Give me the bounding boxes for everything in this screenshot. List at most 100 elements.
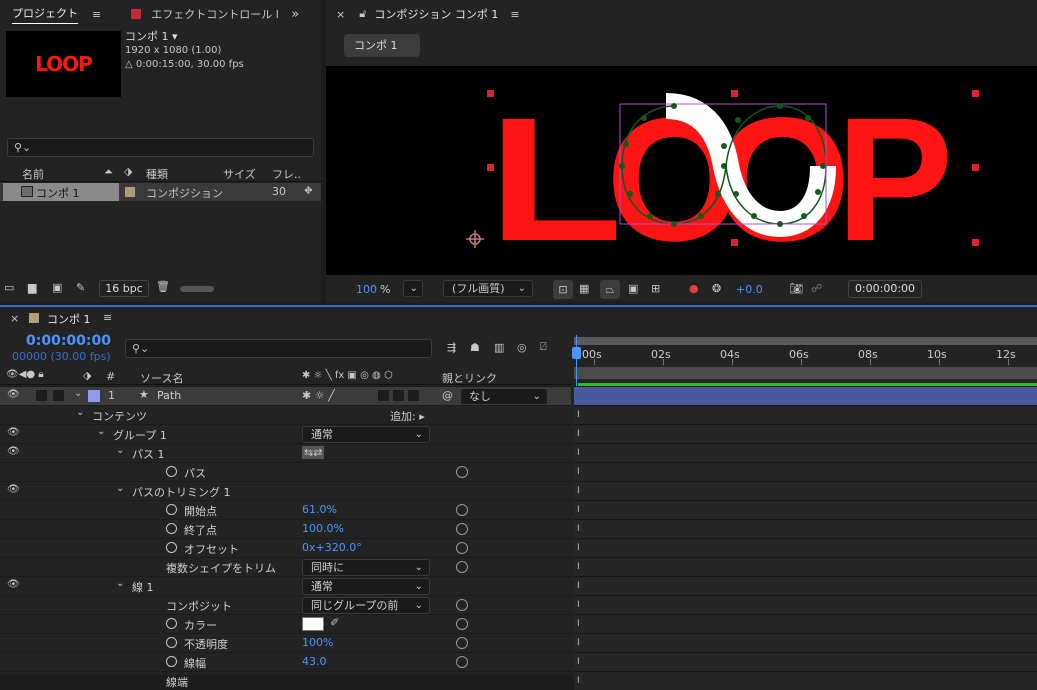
col-size[interactable]: サイズ	[223, 166, 256, 182]
timeline-layer-row[interactable]: 線端	[0, 671, 571, 690]
graph-editor-icon[interactable]: ⍁	[540, 340, 547, 354]
eyedropper-icon[interactable]: ✐	[330, 616, 339, 629]
motion-blur-icon[interactable]: ◎	[517, 341, 527, 354]
viewer-time-field[interactable]: 0:00:00:00	[848, 280, 922, 298]
blend-mode-dropdown[interactable]: 同じグループの前 ⌄	[302, 597, 430, 614]
timeline-search-input[interactable]: ⚲⌄	[125, 339, 432, 358]
timeline-track[interactable]: I	[574, 462, 1037, 481]
fast-preview-icon[interactable]: ⊡	[553, 280, 573, 299]
lock-box[interactable]	[53, 390, 64, 401]
timeline-layer-row[interactable]: パス	[0, 462, 571, 481]
sort-icon[interactable]: ⏶	[104, 165, 113, 179]
viewer-menu-icon[interactable]: ≡	[510, 8, 519, 21]
property-value[interactable]: 43.0	[302, 655, 327, 668]
timeline-layer-row[interactable]: 👁︎ 1 ★ ⌄ Path ✱ ☼ ╱ @ なし ⌄	[0, 386, 571, 405]
twirl-icon[interactable]: ⌄	[116, 483, 124, 494]
blend-box[interactable]	[393, 390, 404, 401]
stopwatch-icon[interactable]	[166, 637, 177, 648]
stopwatch-icon[interactable]	[166, 504, 177, 515]
layer-switches[interactable]: ✱ ☼ ╱	[302, 389, 335, 402]
interpret-footage-icon[interactable]: ▭	[4, 281, 14, 294]
stopwatch-icon[interactable]	[166, 523, 177, 534]
delete-icon[interactable]: 🗑	[156, 280, 170, 293]
tab-composition[interactable]: コンポジション コンポ 1	[374, 6, 498, 22]
frame-blend-icon[interactable]: ▥	[494, 341, 504, 354]
timecode-display[interactable]: 0:00:00:00	[26, 333, 111, 349]
timeline-layer-row[interactable]: 不透明度 100%	[0, 633, 571, 652]
brush-icon[interactable]: ✎	[76, 281, 85, 294]
bpc-button[interactable]: 16 bpc	[99, 280, 149, 297]
label-swatch[interactable]	[125, 187, 135, 197]
show-snapshot-icon[interactable]: ☍	[811, 282, 822, 295]
timeline-layer-row[interactable]: 👁︎ ⌄ グループ 1 通常 ⌄	[0, 424, 571, 443]
property-value[interactable]: 0x+320.0°	[302, 541, 362, 554]
property-value[interactable]: 100.0%	[302, 522, 344, 535]
layer-label-color[interactable]	[88, 390, 100, 402]
timeline-layer-row[interactable]: ⌄ コンテンツ 追加: ▸	[0, 405, 571, 424]
timeline-layer-row[interactable]: 👁︎ ⌄ 線 1 通常 ⌄	[0, 576, 571, 595]
project-search-input[interactable]: ⚲⌄	[7, 138, 314, 157]
duration-bar[interactable]	[578, 383, 1037, 386]
guides-icon[interactable]: ⊞	[651, 282, 660, 295]
pickwhip-icon[interactable]	[456, 637, 468, 649]
solo-box[interactable]	[36, 390, 47, 401]
timeline-track[interactable]: I	[574, 614, 1037, 633]
pickwhip-icon[interactable]	[456, 542, 468, 554]
timeline-track[interactable]	[574, 386, 1037, 405]
more-tabs-icon[interactable]: »	[291, 7, 299, 22]
exposure-value[interactable]: +0.0	[736, 283, 763, 296]
quality-dropdown[interactable]: (フル画質) ⌄	[443, 280, 533, 297]
timeline-track[interactable]: I	[574, 633, 1037, 652]
blend-mode-dropdown[interactable]: 通常 ⌄	[302, 426, 430, 443]
color-swatch[interactable]	[302, 617, 324, 631]
property-value[interactable]: 100%	[302, 636, 333, 649]
eye-icon[interactable]: 👁︎	[7, 389, 20, 400]
parent-dropdown[interactable]: なし ⌄	[460, 388, 548, 405]
mask-visibility-icon[interactable]: ⏢	[600, 280, 620, 299]
tab-project[interactable]: プロジェクト	[12, 5, 78, 24]
timeline-layer-row[interactable]: 👁︎ ⌄ パスのトリミング 1	[0, 481, 571, 500]
twirl-icon[interactable]: ⌄	[74, 388, 82, 399]
timeline-layer-row[interactable]: 複数シェイプをトリム 同時に ⌄	[0, 557, 571, 576]
twirl-icon[interactable]: ⌄	[116, 578, 124, 589]
eye-icon[interactable]: 👁︎	[7, 427, 20, 438]
twirl-icon[interactable]: ⌄	[116, 445, 124, 456]
loop-artwork[interactable]: L O O P	[326, 66, 1037, 275]
zoom-value[interactable]: 100	[356, 283, 377, 296]
composition-canvas[interactable]: L O O P	[326, 66, 1037, 275]
col-type[interactable]: 種類	[146, 166, 168, 182]
source-name-header[interactable]: ソース名	[140, 370, 183, 386]
pickwhip-icon[interactable]	[456, 656, 468, 668]
snapshot-icon[interactable]: 📷︎	[789, 282, 803, 295]
timeline-layer-row[interactable]: 👁︎ ⌄ パス 1 ⇆⇄	[0, 443, 571, 462]
av-switches-icon[interactable]: 👁︎◀︎● 🔒︎	[6, 369, 44, 380]
pickwhip-icon[interactable]	[456, 523, 468, 535]
timeline-layer-row[interactable]: オフセット 0x+320.0°	[0, 538, 571, 557]
new-folder-icon[interactable]: ▆	[28, 281, 36, 294]
tab-timeline-comp[interactable]: コンポ 1	[47, 311, 91, 327]
timeline-track[interactable]: I	[574, 519, 1037, 538]
property-value[interactable]: 61.0%	[302, 503, 337, 516]
twirl-icon[interactable]: ⌄	[97, 426, 105, 437]
timeline-track[interactable]: I	[574, 481, 1037, 500]
zoom-slider[interactable]	[180, 286, 214, 292]
time-ruler[interactable]: 00s 02s 04s 06s 08s 10s 12s	[574, 337, 1037, 387]
col-name[interactable]: 名前	[22, 166, 44, 182]
project-menu-icon[interactable]: ≡	[92, 8, 101, 21]
project-row[interactable]: コンポ 1 コンポジション 30 ⛖	[0, 183, 321, 201]
path-direction-icons[interactable]: ⇆⇄	[302, 446, 325, 459]
timeline-track[interactable]: I	[574, 443, 1037, 462]
tag-icon[interactable]: ⬗	[124, 165, 132, 178]
stopwatch-icon[interactable]	[166, 466, 177, 477]
lock-icon[interactable]: 🔓︎	[359, 7, 366, 21]
transparency-grid-icon[interactable]: ▦	[579, 282, 589, 295]
pickwhip-icon[interactable]	[456, 466, 468, 478]
timeline-track[interactable]: I	[574, 671, 1037, 690]
timeline-track[interactable]: I	[574, 576, 1037, 595]
eye-icon[interactable]: 👁︎	[7, 484, 20, 495]
switches-header[interactable]: ✱ ☼ ╲ fx ▣ ◎ ◍ ⬡	[302, 370, 393, 381]
timeline-track[interactable]: I	[574, 500, 1037, 519]
timeline-layer-row[interactable]: 終了点 100.0%	[0, 519, 571, 538]
blend-box[interactable]	[408, 390, 419, 401]
timeline-layer-row[interactable]: コンポジット 同じグループの前 ⌄	[0, 595, 571, 614]
